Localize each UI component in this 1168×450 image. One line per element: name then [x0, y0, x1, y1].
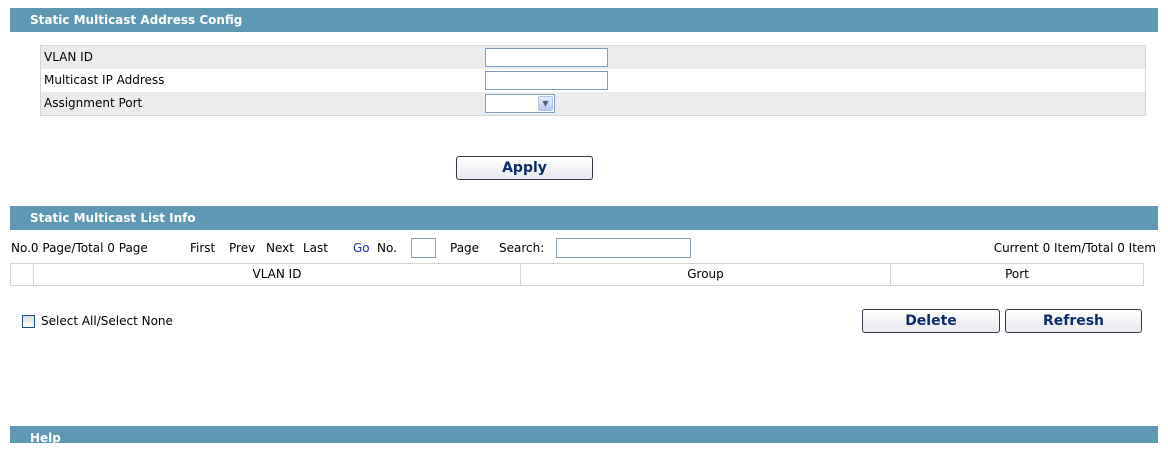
select-all-checkbox[interactable] [22, 314, 35, 328]
delete-button[interactable]: Delete [862, 309, 1000, 333]
group-column-header: Group [521, 264, 891, 285]
select-all-label: Select All/Select None [41, 314, 173, 328]
config-section-header: Static Multicast Address Config [10, 8, 1158, 32]
list-table-header: VLAN ID Group Port [10, 263, 1144, 286]
page-status: No.0 Page/Total 0 Page [11, 241, 148, 255]
multicast-ip-row: Multicast IP Address [41, 69, 1145, 92]
page-label: Page [450, 241, 480, 255]
prev-page-link[interactable]: Prev [229, 237, 255, 259]
multicast-ip-label: Multicast IP Address [44, 73, 165, 87]
apply-button[interactable]: Apply [456, 156, 593, 180]
config-form: VLAN ID Multicast IP Address Assignment … [40, 45, 1146, 116]
page-number-input[interactable] [411, 238, 436, 258]
chevron-down-icon[interactable]: ▼ [538, 96, 553, 111]
assignment-port-select[interactable]: ▼ [485, 94, 555, 113]
last-page-link[interactable]: Last [303, 237, 328, 259]
search-input[interactable] [556, 238, 691, 258]
select-all-control[interactable]: Select All/Select None [22, 313, 173, 329]
select-column-header [11, 264, 34, 285]
multicast-ip-input[interactable] [485, 71, 608, 90]
vlan-id-row: VLAN ID [41, 46, 1145, 69]
first-page-link[interactable]: First [190, 237, 215, 259]
list-section-title: Static Multicast List Info [30, 211, 196, 225]
assignment-port-row: Assignment Port ▼ [41, 92, 1145, 115]
help-section-header: Help [10, 426, 1158, 445]
vlan-id-label: VLAN ID [44, 50, 93, 64]
vlan-id-input[interactable] [485, 48, 608, 67]
page-number-label: No. [377, 241, 397, 255]
go-link[interactable]: Go [353, 237, 370, 259]
config-section-title: Static Multicast Address Config [30, 13, 243, 27]
list-section-header: Static Multicast List Info [10, 206, 1158, 230]
item-status: Current 0 Item/Total 0 Item [993, 241, 1156, 255]
pager: No.0 Page/Total 0 Page First Prev Next L… [11, 237, 1156, 259]
search-label: Search: [499, 241, 545, 255]
assignment-port-label: Assignment Port [44, 96, 143, 110]
vlan-id-column-header: VLAN ID [34, 264, 521, 285]
refresh-button[interactable]: Refresh [1005, 309, 1142, 333]
next-page-link[interactable]: Next [266, 237, 294, 259]
port-column-header: Port [1005, 267, 1029, 281]
